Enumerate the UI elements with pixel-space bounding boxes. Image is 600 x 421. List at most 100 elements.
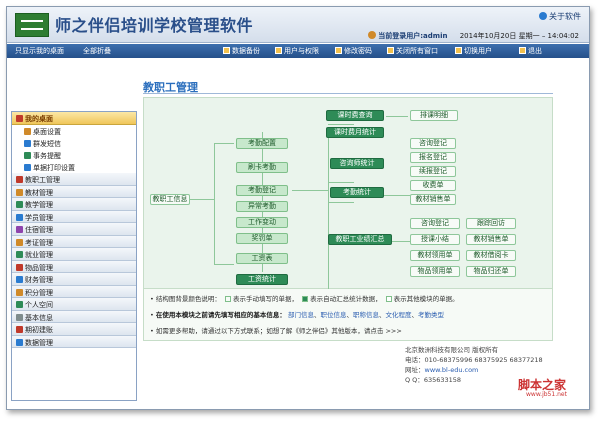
backup-label: 数据备份: [232, 47, 260, 55]
summary-doc-box[interactable]: 物品归还单: [466, 266, 516, 277]
legend-prereq-label: 在使用本模块之前请先填写相应的基本信息：: [155, 311, 286, 319]
backup-button[interactable]: 数据备份: [223, 46, 260, 56]
sidebar-desktop-item[interactable]: 事务提醒: [12, 149, 136, 161]
class-fee-monthly-box[interactable]: 课时费月统计: [326, 127, 384, 138]
close-windows-button[interactable]: 关闭所有窗口: [387, 46, 438, 56]
sidebar-module-item[interactable]: 就业管理: [12, 248, 136, 261]
summary-doc-box[interactable]: 教材借阅卡: [466, 250, 516, 261]
current-user: 当前登录用户:admin: [378, 32, 448, 40]
sidebar-desktop-item[interactable]: 桌面设置: [12, 125, 136, 137]
current-time: 14:04:02: [547, 32, 579, 40]
left-sidebar: 我的桌面 桌面设置群发短信 事务提醒单据打印设置 教职工管理 教材管理 教学管理学员管…: [11, 111, 137, 401]
sidebar-header-desktop[interactable]: 我的桌面: [12, 112, 136, 125]
counselor-doc-box[interactable]: 咨询登记: [410, 138, 456, 149]
class-fee-query-box[interactable]: 课时费查询: [326, 110, 384, 121]
legend-color-note: 结构图背景颜色说明：: [155, 295, 221, 303]
prereq-link[interactable]: 文化程度: [386, 311, 412, 319]
sidebar-item-label: 群发短信: [33, 140, 61, 148]
counselor-doc-box[interactable]: 续报登记: [410, 166, 456, 177]
app-logo-icon: [15, 13, 49, 37]
exit-button[interactable]: 退出: [519, 46, 542, 56]
sidebar-module-item[interactable]: 物品管理: [12, 260, 136, 273]
connector-line: [328, 134, 329, 294]
legend-panel: • 结构图背景颜色说明： 表示手动填写的单据， 表示自动汇总统计数据， 表示其他…: [143, 289, 553, 341]
summary-doc-box[interactable]: 教材销售单: [466, 234, 516, 245]
prereq-link[interactable]: 职位信息: [321, 311, 347, 319]
attendance-register-box[interactable]: 考勤登记: [236, 185, 288, 196]
sidebar-item-label: 桌面设置: [33, 128, 61, 136]
sidebar-module-item[interactable]: 住宿管理: [12, 223, 136, 236]
sidebar-item-label: 基本信息: [25, 313, 53, 322]
counselor-doc-box[interactable]: 报名登记: [410, 152, 456, 163]
sidebar-module-item[interactable]: 财务管理: [12, 273, 136, 286]
work-change-box[interactable]: 工作变动: [236, 217, 288, 228]
staff-summary-box[interactable]: 教职工业绩汇总: [328, 234, 392, 245]
summary-doc-box[interactable]: 咨询登记: [410, 218, 460, 229]
sidebar-item-icon: [24, 164, 31, 171]
about-button[interactable]: 关于软件: [539, 11, 581, 22]
phone-row: 电话：010-68375996 68375925 68377218: [405, 355, 543, 365]
current-date: 2014年10月20日: [459, 32, 517, 40]
sidebar-module-item[interactable]: 基本信息: [12, 310, 136, 323]
sidebar-module-item[interactable]: 数据管理: [12, 335, 136, 348]
website-link[interactable]: www.bl-edu.com: [425, 366, 479, 374]
prereq-link[interactable]: 考勤类型: [418, 311, 444, 319]
sidebar-module-item[interactable]: 期初建账: [12, 323, 136, 336]
summary-doc-box[interactable]: 跟踪回访: [466, 218, 516, 229]
card-attendance-box[interactable]: 刷卡考勤: [236, 162, 288, 173]
sidebar-module-item[interactable]: 积分管理: [12, 285, 136, 298]
abnormal-attendance-box[interactable]: 异常考勤: [236, 201, 288, 212]
sidebar-desktop-item[interactable]: 单据打印设置: [12, 161, 136, 173]
users-permissions-button[interactable]: 用户与权限: [275, 46, 319, 56]
sidebar-module-item[interactable]: 教学管理: [12, 198, 136, 211]
switch-user-label: 切换用户: [464, 47, 492, 55]
sidebar-module-item[interactable]: 个人空间: [12, 298, 136, 311]
users-permissions-label: 用户与权限: [284, 47, 319, 55]
sidebar-module-item[interactable]: 考证管理: [12, 235, 136, 248]
attendance-stats-box[interactable]: 考勤统计: [330, 187, 384, 198]
sidebar-module-item[interactable]: 学员管理: [12, 210, 136, 223]
salary-sheet-box[interactable]: 工资表: [236, 253, 288, 264]
summary-doc-box[interactable]: 授课小结: [410, 234, 460, 245]
qq-value: 635633158: [423, 376, 462, 384]
legend-help-text[interactable]: 如需更多帮助，请通过以下方式联系；如想了解《师之伴侣》其他版本，请点击 >>>: [156, 327, 402, 335]
main-content: 教职工管理 教职工信息 考勤配置 刷卡考勤 考勤登记 异常考勤 工作变动 奖罚单…: [143, 63, 585, 407]
collapse-all-button[interactable]: 全部折叠: [83, 46, 111, 56]
sidebar-item-label: 物品管理: [25, 263, 53, 272]
schedule-detail-box[interactable]: 排课明细: [410, 110, 458, 121]
sidebar-desktop-item[interactable]: 群发短信: [12, 137, 136, 149]
watermark-url: www.jb51.net: [526, 391, 567, 398]
attendance-config-box[interactable]: 考勤配置: [236, 138, 288, 149]
prereq-link[interactable]: 职称信息: [353, 311, 379, 319]
reward-punish-box[interactable]: 奖罚单: [236, 233, 288, 244]
prereq-link[interactable]: 部门信息: [288, 311, 314, 319]
qq-label: Q Q：: [405, 376, 424, 384]
pencil-icon: [335, 47, 342, 54]
show-desktop-button[interactable]: 只显示我的桌面: [15, 46, 64, 56]
sidebar-module-item[interactable]: 教材管理: [12, 185, 136, 198]
sidebar-module-item[interactable]: 教职工管理: [12, 173, 136, 186]
exit-label: 退出: [528, 47, 542, 55]
summary-doc-box[interactable]: 教材领用单: [410, 250, 460, 261]
sidebar-item-label: 学员管理: [25, 213, 53, 222]
module-icon: [16, 176, 23, 183]
salary-stats-box[interactable]: 工资统计: [236, 274, 288, 285]
module-icon: [16, 213, 23, 221]
main-toolbar: 只显示我的桌面 全部折叠 数据备份 用户与权限 修改密码 关闭所有窗口 切换用户…: [7, 44, 589, 58]
change-password-button[interactable]: 修改密码: [335, 46, 372, 56]
user-status-bar: 当前登录用户:admin 2014年10月20日 星期一 – 14:04:02: [368, 31, 579, 41]
summary-doc-box[interactable]: 物品领用单: [410, 266, 460, 277]
sidebar-item-label: 单据打印设置: [33, 164, 75, 172]
sidebar-item-icon: [24, 128, 31, 135]
database-icon: [223, 47, 230, 54]
staff-info-box[interactable]: 教职工信息: [150, 194, 190, 205]
switch-user-button[interactable]: 切换用户: [455, 46, 492, 56]
counselor-stats-box[interactable]: 咨询师统计: [330, 158, 384, 169]
time-separator: –: [541, 32, 546, 40]
counselor-doc-box[interactable]: 收费单: [410, 180, 456, 191]
counselor-doc-box[interactable]: 教材销售单: [410, 194, 456, 205]
exit-icon: [519, 47, 526, 54]
module-icon: [16, 276, 23, 283]
workflow-diagram: 教职工信息 考勤配置 刷卡考勤 考勤登记 异常考勤 工作变动 奖罚单 工资表 工…: [143, 97, 553, 294]
sidebar-item-label: 教职工管理: [25, 176, 60, 184]
